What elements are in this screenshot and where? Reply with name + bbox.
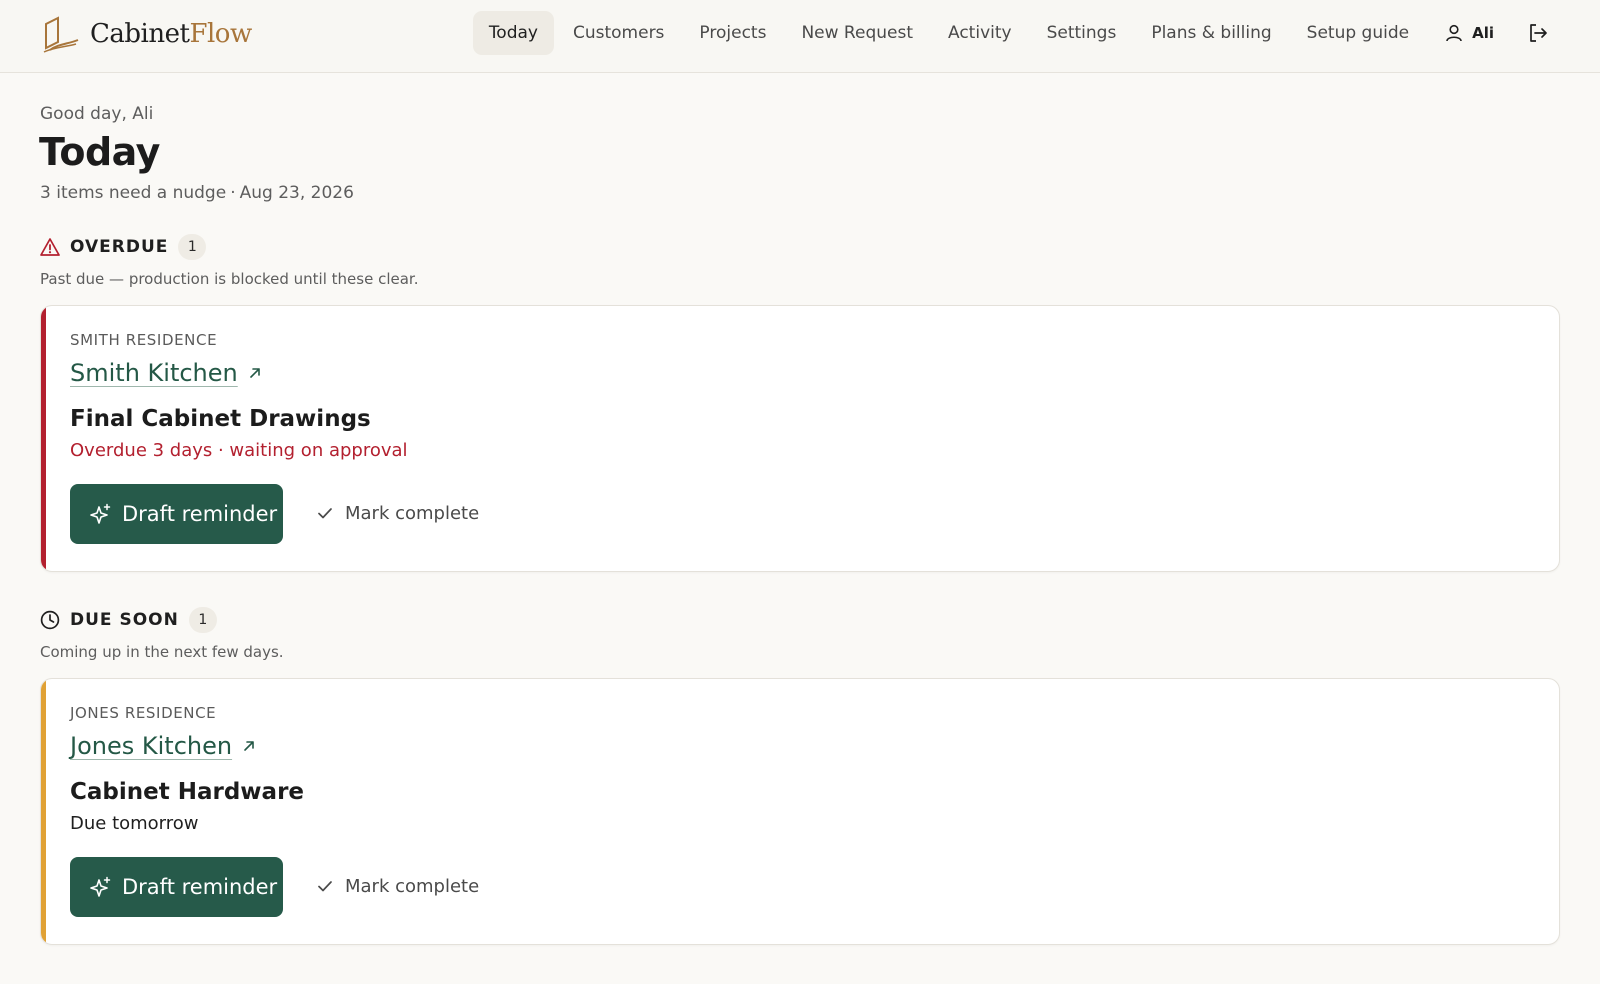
draft-reminder-label: Draft reminder [122,502,278,526]
card-residence: SMITH RESIDENCE [70,331,218,349]
due-soon-section-title: DUE SOON [70,610,179,630]
overdue-section-description: Past due — production is blocked until t… [40,270,419,288]
mark-complete-button[interactable]: Mark complete [312,490,483,536]
sparkle-icon [90,876,111,897]
nav-item-new-request[interactable]: New Request [785,11,929,55]
card-item-title: Cabinet Hardware [70,779,305,805]
separator-dot: · [230,183,236,203]
brand-name: CabinetFlow [90,19,252,49]
card-accent-bar-overdue [41,306,46,571]
user-menu[interactable]: Ali [1429,11,1510,55]
mark-complete-label: Mark complete [345,502,480,524]
due-soon-section-header: DUE SOON 1 [40,607,217,633]
draft-reminder-button[interactable]: Draft reminder [70,484,283,544]
user-icon [1446,24,1462,42]
card-item-title: Final Cabinet Drawings [70,406,371,432]
card-residence: JONES RESIDENCE [70,704,217,722]
mark-complete-label: Mark complete [345,875,480,897]
brand-name-part2: Flow [189,19,252,49]
mark-complete-button[interactable]: Mark complete [312,863,483,909]
card-status-text: Due tomorrow [70,813,199,834]
overdue-count-badge: 1 [178,234,207,260]
user-name: Ali [1472,24,1494,42]
checkmark-icon [318,508,332,519]
draft-reminder-label: Draft reminder [122,875,278,899]
project-link-smith-kitchen[interactable]: Smith Kitchen [70,359,262,387]
nav-item-activity[interactable]: Activity [932,11,1028,55]
top-navigation-bar: CabinetFlow Today Customers Projects New… [0,0,1600,73]
nav-item-customers[interactable]: Customers [557,11,680,55]
sparkle-icon [90,503,111,524]
project-link-jones-kitchen[interactable]: Jones Kitchen [70,732,256,760]
nav-item-plans-billing[interactable]: Plans & billing [1135,11,1287,55]
external-link-arrow-icon [249,368,260,378]
brand-logo[interactable]: CabinetFlow [40,12,252,56]
logout-icon [1530,24,1547,42]
page-subtitle: 3 items need a nudge · Aug 23, 2026 [40,183,354,203]
nav-item-projects[interactable]: Projects [683,11,782,55]
brand-name-part1: Cabinet [90,19,190,49]
project-name: Smith Kitchen [70,359,238,387]
checkmark-icon [318,881,332,892]
page-title: Today [39,130,160,174]
project-name: Jones Kitchen [70,732,233,760]
cabinet-logo-icon [43,16,79,53]
card-accent-bar-due-soon [41,679,46,944]
nav-item-settings[interactable]: Settings [1031,11,1133,55]
task-card-smith-kitchen: SMITH RESIDENCE Smith Kitchen Final Cabi… [40,305,1560,572]
due-soon-section-description: Coming up in the next few days. [40,643,284,661]
greeting-text: Good day, Ali [40,104,154,124]
nudge-summary: 3 items need a nudge [40,183,227,203]
task-card-jones-kitchen: JONES RESIDENCE Jones Kitchen Cabinet Ha… [40,678,1560,945]
main-nav: Today Customers Projects New Request Act… [470,11,1560,55]
due-soon-count-badge: 1 [188,607,217,633]
card-status-text: Overdue 3 days · waiting on approval [70,440,408,461]
overdue-section-title: OVERDUE [70,237,169,257]
draft-reminder-button[interactable]: Draft reminder [70,857,283,917]
logout-button[interactable] [1516,11,1560,55]
clock-icon [40,610,60,630]
current-date: Aug 23, 2026 [239,183,354,203]
external-link-arrow-icon [244,741,254,751]
nav-item-today[interactable]: Today [472,11,554,55]
warning-triangle-icon [40,238,60,256]
overdue-section-header: OVERDUE 1 [40,234,207,260]
nav-item-setup-guide[interactable]: Setup guide [1291,11,1425,55]
